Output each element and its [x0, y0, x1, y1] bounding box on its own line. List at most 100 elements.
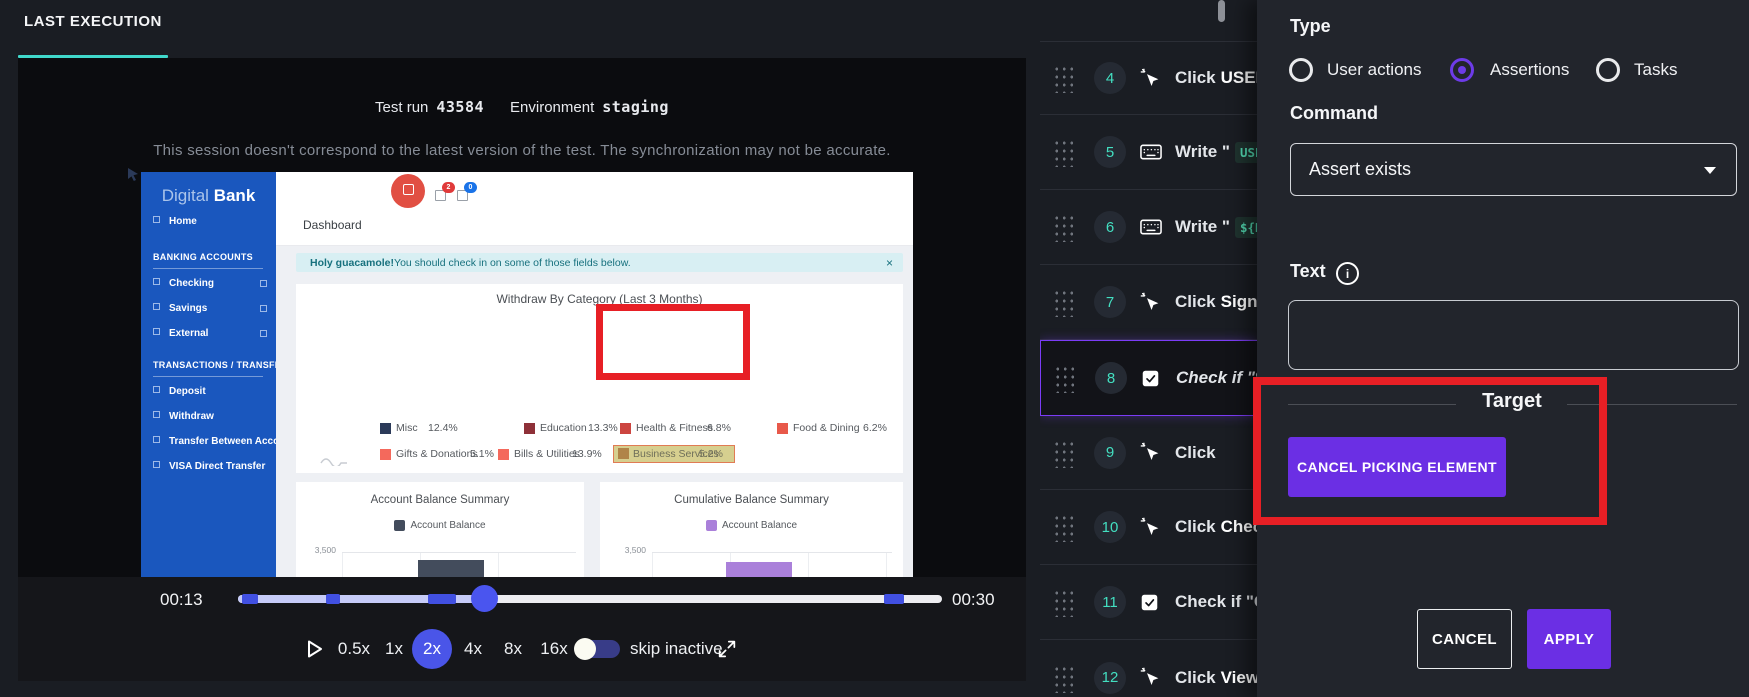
radio-user-actions[interactable] — [1289, 58, 1313, 82]
bullet-icon — [153, 278, 160, 285]
axis-tick: 3,500 — [314, 545, 336, 555]
test-step-9[interactable]: 9 Click — [1040, 416, 1257, 490]
text-input[interactable] — [1288, 300, 1739, 370]
drag-handle-icon[interactable] — [1052, 512, 1074, 542]
card-legend: Account Balance — [600, 520, 903, 531]
drag-handle-icon[interactable] — [1052, 63, 1074, 93]
step-number: 4 — [1094, 62, 1126, 94]
bank-nav-visa: VISA Direct Transfer — [153, 461, 265, 472]
legend-label: Food & Dining — [793, 422, 860, 434]
drag-handle-icon[interactable] — [1052, 437, 1074, 468]
step-action: Write " — [1175, 142, 1230, 161]
recorded-cursor-icon — [128, 168, 138, 181]
speed-8x[interactable]: 8x — [499, 639, 527, 659]
bank-alert: Holy guacamole! You should check in on s… — [296, 253, 903, 272]
seek-marker — [242, 594, 258, 604]
scrollbar-thumb[interactable] — [1218, 0, 1225, 22]
bullet-icon — [153, 436, 160, 443]
radio-tasks[interactable] — [1596, 58, 1620, 82]
radio-assertions-label[interactable]: Assertions — [1490, 60, 1569, 80]
legend-value: 12.4% — [428, 422, 458, 434]
info-icon[interactable]: i — [1336, 262, 1359, 285]
speed-16x[interactable]: 16x — [535, 639, 573, 659]
seek-marker — [884, 594, 904, 604]
card-legend-label: Account Balance — [410, 520, 486, 531]
test-step-7[interactable]: 7 ClickSign in — [1040, 265, 1257, 340]
legend-label: Bills & Utilities — [514, 448, 580, 460]
bank-nav-label: Withdraw — [169, 411, 214, 422]
legend-value: 13.3% — [588, 422, 618, 434]
bullet-icon — [260, 280, 267, 287]
fullscreen-icon[interactable] — [716, 638, 738, 660]
check-square-icon — [1141, 369, 1163, 388]
notification-badge: 2 — [442, 182, 455, 193]
speed-2x-active[interactable]: 2x — [412, 629, 452, 669]
drag-handle-icon[interactable] — [1052, 212, 1074, 242]
step-target: Sign in — [1220, 292, 1257, 311]
step-number: 5 — [1094, 136, 1126, 168]
apply-button[interactable]: APPLY — [1527, 609, 1611, 669]
bullet-icon — [153, 303, 160, 310]
radio-user-actions-label[interactable]: User actions — [1327, 60, 1421, 80]
radio-assertions-selected[interactable] — [1450, 58, 1474, 82]
legend-value: 5.2% — [699, 448, 723, 460]
seek-bar[interactable] — [238, 585, 942, 612]
text-section-label: Text — [1290, 261, 1326, 281]
step-action: Click — [1175, 68, 1216, 87]
test-step-6[interactable]: 6 Write "${RE — [1040, 190, 1257, 265]
cancel-button[interactable]: CANCEL — [1417, 609, 1512, 669]
cursor-click-icon — [1140, 517, 1162, 538]
step-number: 10 — [1094, 511, 1126, 543]
command-select[interactable]: Assert exists — [1290, 143, 1737, 196]
message-badge: 0 — [464, 182, 477, 193]
bullet-icon — [260, 305, 267, 312]
bank-brand-bold: Bank — [213, 186, 256, 205]
bank-alert-bold: Holy guacamole! — [310, 256, 395, 269]
drag-handle-icon[interactable] — [1052, 287, 1074, 317]
variable-badge: USER — [1234, 142, 1257, 163]
seek-thumb[interactable] — [471, 585, 498, 612]
speed-4x[interactable]: 4x — [459, 639, 487, 659]
radio-tasks-label[interactable]: Tasks — [1634, 60, 1677, 80]
drag-handle-icon[interactable] — [1052, 587, 1074, 617]
legend-item-highlighted: Business Services 5.2% — [613, 445, 735, 463]
speed-0-5x[interactable]: 0.5x — [333, 639, 375, 659]
drag-handle-icon[interactable] — [1053, 363, 1075, 393]
play-button-icon[interactable] — [306, 639, 324, 659]
divider — [153, 268, 263, 269]
seek-marker — [428, 594, 456, 604]
legend-value: 5.1% — [470, 448, 494, 460]
step-action: Check if "Ch — [1175, 592, 1257, 611]
test-step-10[interactable]: 10 ClickCheck — [1040, 490, 1257, 565]
test-step-4[interactable]: 4 ClickUSERN — [1040, 41, 1257, 115]
bullet-icon — [153, 411, 160, 418]
legend-value: 13.9% — [572, 448, 602, 460]
card-legend-label: Account Balance — [721, 520, 798, 531]
click-highlight-icon — [391, 174, 425, 208]
bar — [418, 560, 484, 577]
step-action: Check if "${L — [1176, 368, 1257, 387]
test-step-5[interactable]: 5 Write "USER — [1040, 115, 1257, 190]
bar-plot — [342, 552, 576, 577]
annotation-box-legend — [596, 304, 750, 380]
card-title: Account Balance Summary — [370, 494, 510, 506]
speed-1x[interactable]: 1x — [380, 639, 408, 659]
cumulative-balance-card: Cumulative Balance Summary Account Balan… — [600, 482, 903, 577]
step-action: Click — [1175, 517, 1216, 536]
test-step-8-selected[interactable]: 8 Check if "${L — [1040, 340, 1257, 416]
test-step-11[interactable]: 11 Check if "Ch — [1040, 565, 1257, 640]
app-root: LAST EXECUTION Test run 43584 Environment s… — [0, 0, 1749, 697]
tab-last-execution[interactable]: LAST EXECUTION — [24, 13, 162, 30]
step-number: 7 — [1094, 286, 1126, 318]
skip-inactive-toggle[interactable] — [574, 638, 620, 660]
drag-handle-icon[interactable] — [1052, 137, 1074, 167]
step-action: Click — [1175, 667, 1216, 687]
test-step-12[interactable]: 12 ClickView C — [1040, 640, 1257, 697]
drag-handle-icon[interactable] — [1052, 662, 1074, 693]
bank-nav-checking: Checking — [153, 278, 214, 289]
bank-sidebar: Digital Bank Home BANKING ACCOUNTS Check… — [141, 172, 300, 577]
environment-label: Environment — [510, 99, 595, 116]
run-info: Test run 43584 Environment staging — [18, 98, 1026, 116]
cursor-click-icon — [1140, 442, 1162, 463]
step-target: Check — [1220, 517, 1257, 536]
